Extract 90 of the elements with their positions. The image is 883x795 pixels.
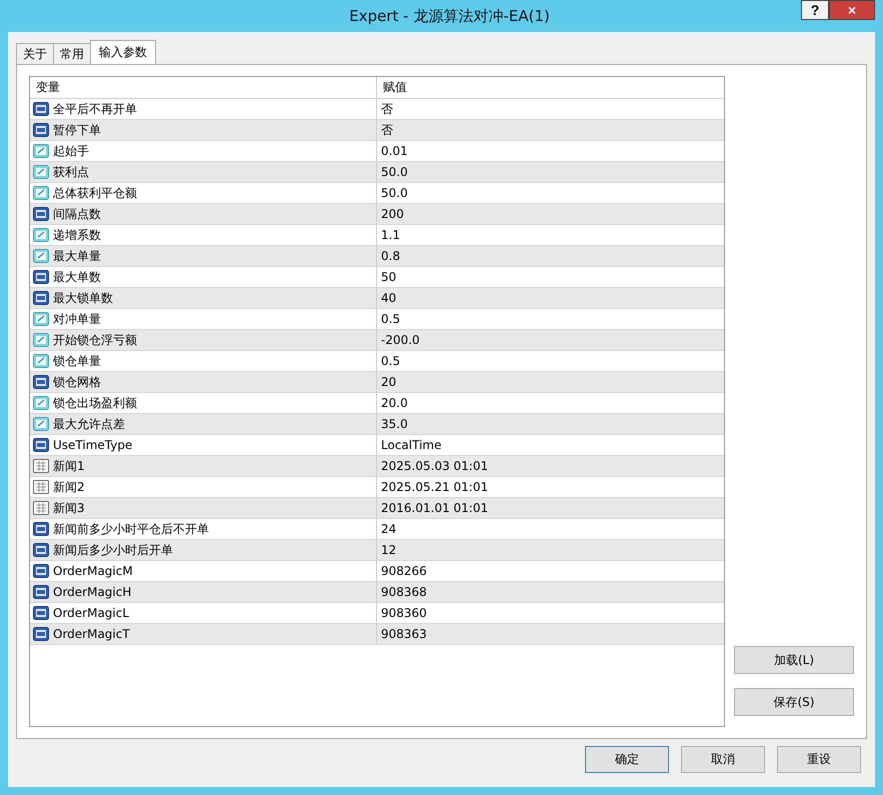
calendar-icon — [33, 480, 49, 494]
parameter-name: 开始锁仓浮亏额 — [53, 332, 137, 348]
parameter-value[interactable]: 50 — [381, 270, 396, 284]
parameter-name: OrderMagicL — [53, 606, 130, 620]
parameter-name: 最大单数 — [53, 268, 101, 286]
decimal-type-icon — [33, 396, 49, 410]
parameter-name: 新闻后多少小时后开单 — [53, 542, 173, 558]
parameter-value[interactable]: 0.01 — [381, 144, 408, 158]
integer-type-icon — [33, 606, 49, 620]
parameter-name: 锁仓单量 — [53, 352, 101, 370]
decimal-type-icon — [33, 333, 49, 347]
parameter-name: OrderMagicT — [53, 627, 130, 641]
help-button[interactable]: ? — [801, 0, 829, 20]
parameter-name: 对冲单量 — [53, 310, 101, 328]
parameter-name: 最大允许点差 — [53, 416, 125, 432]
close-button[interactable]: × — [829, 0, 875, 20]
parameter-value[interactable]: 2025.05.03 01:01 — [381, 459, 488, 473]
decimal-type-icon — [33, 165, 49, 179]
parameter-value[interactable]: 20.0 — [381, 396, 408, 410]
parameter-value[interactable]: 908266 — [381, 564, 427, 578]
parameter-value[interactable]: 12 — [381, 543, 396, 557]
integer-type-icon — [33, 564, 49, 578]
parameter-name: 新闻1 — [53, 458, 85, 474]
parameter-name: 总体获利平仓额 — [53, 184, 137, 202]
integer-type-icon — [33, 438, 49, 452]
parameter-name: 新闻2 — [53, 478, 85, 496]
parameter-name: 最大单量 — [53, 248, 101, 264]
parameter-name: 起始手 — [53, 142, 89, 160]
decimal-type-icon — [33, 186, 49, 200]
parameter-value[interactable]: 908363 — [381, 627, 427, 641]
parameter-value[interactable]: 0.8 — [381, 249, 400, 263]
parameter-value[interactable]: 0.5 — [381, 354, 400, 368]
integer-type-icon — [33, 102, 49, 116]
decimal-type-icon — [33, 312, 49, 326]
decimal-type-icon — [33, 228, 49, 242]
parameter-value[interactable]: 908368 — [381, 585, 427, 599]
window-title: Expert - 龙源算法对冲-EA(1) — [348, 6, 551, 26]
integer-type-icon — [33, 522, 49, 536]
integer-type-icon — [33, 207, 49, 221]
parameter-value[interactable]: 35.0 — [381, 417, 408, 431]
parameter-value[interactable]: 50.0 — [381, 165, 408, 179]
tab[interactable]: 关于 — [16, 43, 54, 64]
parameter-name: UseTimeType — [53, 438, 132, 452]
decimal-type-icon — [33, 249, 49, 263]
integer-type-icon — [33, 627, 49, 641]
parameter-value[interactable]: 否 — [381, 122, 393, 138]
calendar-icon — [33, 501, 49, 515]
decimal-type-icon — [33, 144, 49, 158]
decimal-type-icon — [33, 354, 49, 368]
integer-type-icon — [33, 543, 49, 557]
dialog-button[interactable]: 确定 — [585, 746, 669, 773]
parameter-name: 锁仓出场盈利额 — [53, 394, 137, 412]
parameter-value[interactable]: 20 — [381, 375, 396, 389]
integer-type-icon — [33, 291, 49, 305]
integer-type-icon — [33, 585, 49, 599]
parameter-value[interactable]: 200 — [381, 207, 404, 221]
parameter-value[interactable]: 40 — [381, 291, 396, 305]
parameter-value[interactable]: -200.0 — [381, 333, 420, 347]
load-button[interactable]: 加载(L) — [734, 646, 854, 674]
parameter-value[interactable]: 2016.01.01 01:01 — [381, 501, 488, 515]
parameter-value[interactable]: 2025.05.21 01:01 — [381, 480, 488, 494]
parameter-name: 新闻前多少小时平仓后不开单 — [53, 520, 209, 538]
tab[interactable]: 输入参数 — [90, 40, 156, 64]
integer-type-icon — [33, 123, 49, 137]
dialog-button[interactable]: 取消 — [681, 746, 765, 773]
calendar-icon — [33, 459, 49, 473]
parameter-name: 新闻3 — [53, 500, 85, 516]
decimal-type-icon — [33, 417, 49, 431]
parameter-value[interactable]: 24 — [381, 522, 396, 536]
parameter-name: 间隔点数 — [53, 206, 101, 222]
integer-type-icon — [33, 375, 49, 389]
parameter-name: 递增系数 — [53, 226, 101, 244]
dialog-button[interactable]: 重设 — [777, 746, 861, 773]
parameter-value[interactable]: 50.0 — [381, 186, 408, 200]
column-header: 赋值 — [382, 79, 408, 96]
parameter-name: OrderMagicH — [53, 585, 132, 599]
parameter-name: 最大锁单数 — [53, 290, 113, 306]
parameter-value[interactable]: 908360 — [381, 606, 427, 620]
parameter-value[interactable]: 否 — [381, 100, 393, 118]
parameter-value[interactable]: 1.1 — [381, 228, 400, 242]
parameter-name: OrderMagicM — [53, 564, 133, 578]
parameter-name: 获利点 — [53, 164, 89, 180]
integer-type-icon — [33, 270, 49, 284]
parameter-value[interactable]: LocalTime — [381, 438, 442, 452]
parameter-value[interactable]: 0.5 — [381, 312, 400, 326]
parameter-name: 暂停下单 — [53, 122, 101, 138]
parameter-name: 锁仓网格 — [53, 374, 101, 390]
parameter-name: 全平后不再开单 — [53, 100, 137, 118]
save-button[interactable]: 保存(S) — [734, 688, 854, 716]
column-header: 变量 — [30, 77, 377, 98]
